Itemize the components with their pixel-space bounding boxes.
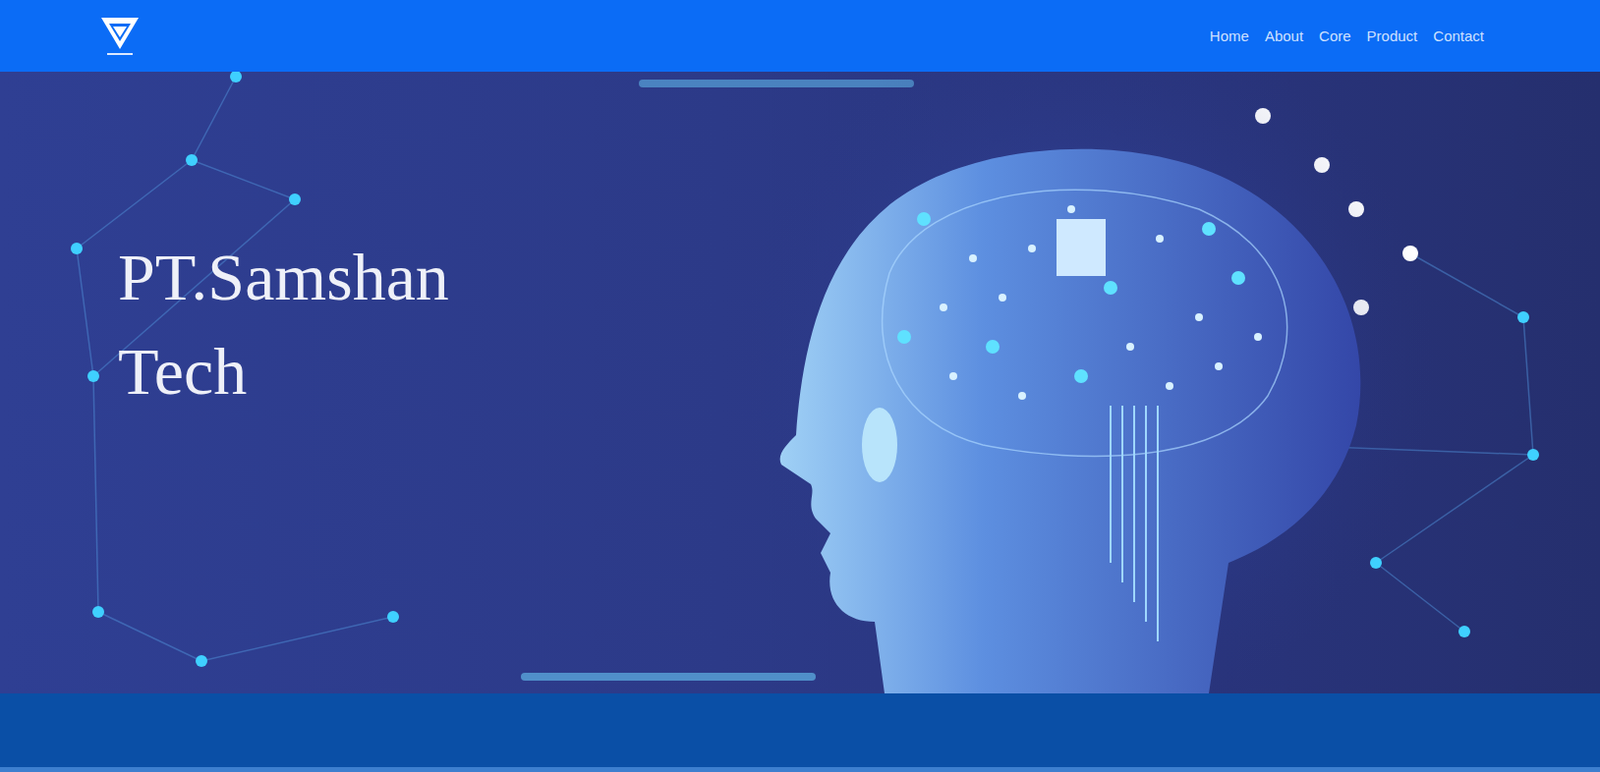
navbar: Home About Core Product Contact bbox=[0, 0, 1600, 72]
nav-link[interactable]: Home bbox=[1209, 23, 1250, 49]
hero-title-line: PT.Samshan bbox=[117, 229, 450, 325]
page: Home About Core Product Contact PT.SamshanTec… bbox=[0, 0, 1600, 772]
nav-links: Home About Core Product Contact bbox=[1209, 23, 1485, 49]
nav-link[interactable]: About bbox=[1264, 23, 1304, 49]
hero-title: PT.SamshanTech bbox=[117, 229, 450, 419]
hero: PT.SamshanTech bbox=[0, 71, 1600, 694]
logo-icon bbox=[97, 13, 143, 59]
footer-strip bbox=[0, 767, 1600, 772]
hero-title-line: Tech bbox=[117, 324, 450, 419]
logo[interactable] bbox=[94, 10, 146, 62]
nav-link[interactable]: Contact bbox=[1432, 23, 1485, 49]
nav-link[interactable]: Core bbox=[1318, 23, 1352, 49]
footer-band bbox=[0, 693, 1600, 768]
nav-link[interactable]: Product bbox=[1367, 23, 1419, 49]
